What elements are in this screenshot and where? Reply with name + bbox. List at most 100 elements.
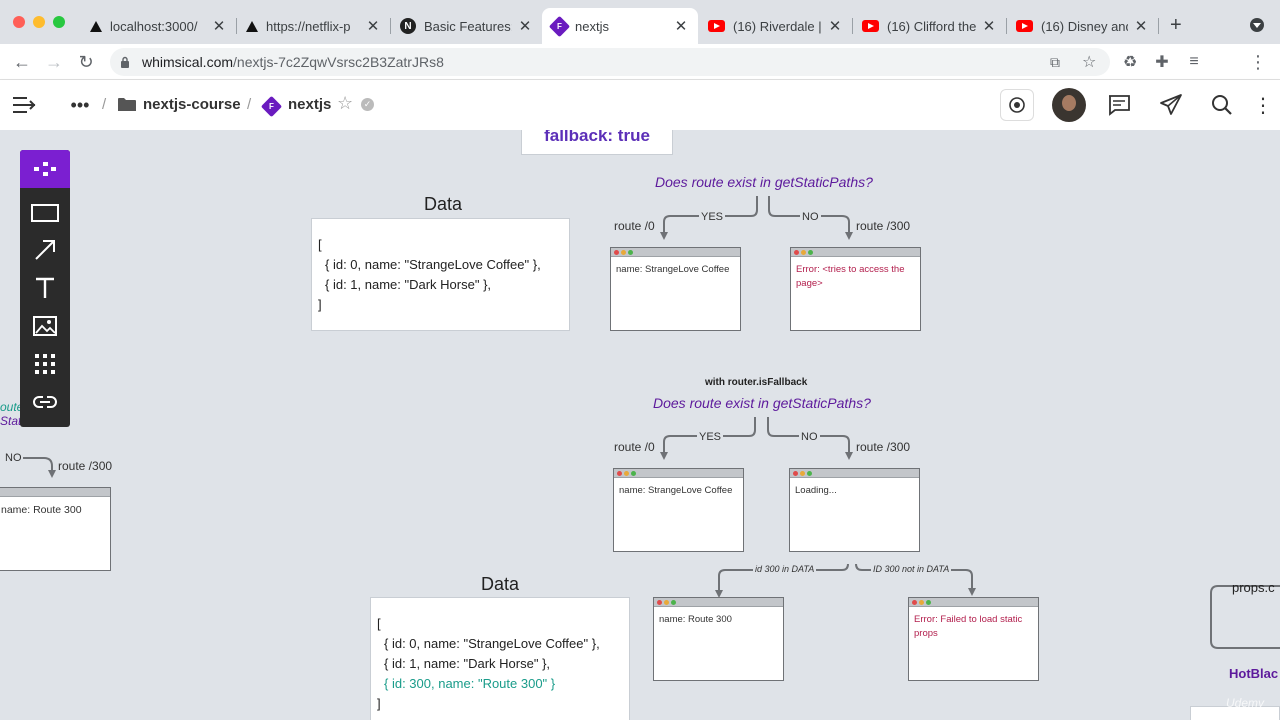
- more-dots-icon[interactable]: •••: [68, 93, 92, 117]
- data-box-top[interactable]: [ { id: 0, name: "StrangeLove Coffee" },…: [311, 218, 570, 331]
- url-host: whimsical.com: [142, 54, 234, 70]
- close-tab-icon[interactable]: ✕: [518, 17, 532, 35]
- arrow-tool-icon[interactable]: [20, 231, 70, 269]
- page-content: name: StrangeLove Coffee: [619, 485, 733, 496]
- route-left-top: route /0: [614, 219, 655, 233]
- close-tab-icon[interactable]: ✕: [366, 17, 380, 35]
- sidebar-toggle-icon[interactable]: [12, 93, 36, 117]
- route-left-partial: route /300: [58, 459, 113, 473]
- close-tab-icon[interactable]: ✕: [828, 17, 842, 35]
- text-tool-icon[interactable]: [20, 269, 70, 307]
- code-line: [: [318, 237, 322, 252]
- code-line: { id: 0, name: "StrangeLove Coffee" },: [325, 257, 541, 272]
- tab-riverdale[interactable]: (16) Riverdale | ✕: [698, 8, 852, 44]
- recycle-extension-icon[interactable]: ♻: [1118, 50, 1142, 74]
- close-window-button[interactable]: [13, 16, 25, 28]
- tab-clifford[interactable]: (16) Clifford the ✕: [852, 8, 1006, 44]
- favorite-star-icon[interactable]: ☆: [337, 93, 353, 114]
- nextjs-icon: N: [400, 18, 416, 34]
- isfallback-caption: with router.isFallback: [705, 377, 808, 388]
- lock-icon: [120, 55, 130, 68]
- page-content: Loading...: [795, 485, 837, 496]
- browser-menu-icon[interactable]: ⋮: [1246, 50, 1270, 74]
- link-tool-icon[interactable]: [20, 383, 70, 421]
- fallback-true-node[interactable]: fallback: true: [521, 130, 673, 155]
- udemy-watermark: Udemy: [1226, 696, 1265, 710]
- browser-toolbar: ← → ↻ whimsical.com/nextjs-7c2ZqwVsrsc2B…: [0, 44, 1280, 116]
- page-content: Error: Failed to load static props: [914, 614, 1023, 639]
- props-partial-label: props.c: [1232, 580, 1275, 595]
- tab-basic-features[interactable]: N Basic Features: ✕: [390, 8, 542, 44]
- youtube-icon: [862, 20, 879, 32]
- page-content: name: Route 300: [659, 614, 732, 625]
- url-path: /nextjs-7c2ZqwVsrsc2B3ZatrJRs8: [233, 54, 444, 70]
- partial-label-line2: Stat: [0, 414, 22, 428]
- user-avatar[interactable]: [1052, 88, 1086, 122]
- code-line: { id: 1, name: "Dark Horse" },: [325, 277, 492, 292]
- share-globe-icon[interactable]: [1000, 89, 1034, 121]
- tab-title: https://netflix-p: [266, 18, 351, 34]
- breadcrumb-separator: /: [247, 96, 252, 113]
- page-content: name: StrangeLove Coffee: [616, 264, 730, 275]
- tab-localhost[interactable]: localhost:3000/ ✕: [80, 8, 236, 44]
- whiteboard-canvas[interactable]: fallback: true Data [ { id: 0, name: "St…: [0, 130, 1280, 720]
- code-line: ]: [377, 696, 381, 711]
- verified-check-icon: ✓: [361, 98, 374, 111]
- fallback-title: fallback: true: [544, 130, 650, 145]
- app-header: ••• / nextjs-course / F nextjs ☆ ✓ ⋮: [0, 80, 1280, 130]
- page-mock-strangelove-middle[interactable]: name: StrangeLove Coffee: [613, 468, 744, 552]
- tab-title: (16) Disney and: [1041, 18, 1128, 34]
- new-tab-plus-icon[interactable]: +: [1170, 14, 1182, 37]
- maximize-window-button[interactable]: [53, 16, 65, 28]
- tab-netflix[interactable]: https://netflix-p ✕: [236, 8, 390, 44]
- vercel-triangle-icon: [246, 20, 258, 32]
- minimize-window-button[interactable]: [33, 16, 45, 28]
- page-mock-loading[interactable]: Loading...: [789, 468, 920, 552]
- forward-arrow-icon[interactable]: →: [42, 50, 66, 74]
- page-mock-route300[interactable]: name: Route 300: [653, 597, 784, 681]
- bookmark-star-icon[interactable]: ☆: [1082, 52, 1096, 72]
- search-icon[interactable]: [1210, 93, 1234, 117]
- route-right-top: route /300: [856, 219, 911, 233]
- no-label-top: NO: [800, 211, 821, 223]
- close-tab-icon[interactable]: ✕: [982, 17, 996, 35]
- folder-icon: [118, 97, 136, 117]
- code-line: { id: 1, name: "Dark Horse" },: [384, 656, 551, 671]
- whimsical-board-icon: F: [260, 95, 283, 118]
- close-tab-icon[interactable]: ✕: [1134, 17, 1148, 35]
- tab-title: localhost:3000/: [110, 18, 198, 34]
- tab-title: (16) Clifford the: [887, 18, 976, 34]
- code-line: [: [377, 616, 381, 631]
- comments-icon[interactable]: [1107, 93, 1131, 117]
- breadcrumb-folder[interactable]: nextjs-course: [143, 96, 241, 113]
- tab-title: Basic Features:: [424, 18, 512, 34]
- more-vertical-icon[interactable]: ⋮: [1251, 93, 1275, 117]
- address-bar[interactable]: whimsical.com/nextjs-7c2ZqwVsrsc2B3ZatrJ…: [110, 48, 1110, 76]
- extensions-puzzle-icon[interactable]: ✚: [1150, 50, 1174, 74]
- rectangle-tool-icon[interactable]: [20, 194, 70, 232]
- tab-nextjs-active[interactable]: F nextjs ✕: [542, 8, 698, 44]
- back-arrow-icon[interactable]: ←: [10, 50, 34, 74]
- tab-disney[interactable]: (16) Disney and ✕: [1006, 8, 1158, 44]
- tool-palette: [20, 150, 70, 427]
- yes-label-middle: YES: [697, 431, 724, 443]
- open-in-new-icon[interactable]: ⧉: [1050, 54, 1060, 71]
- page-mock-strangelove-top[interactable]: name: StrangeLove Coffee: [610, 247, 741, 331]
- tab-search-icon[interactable]: [1250, 18, 1264, 32]
- route-right-middle: route /300: [856, 440, 911, 454]
- close-tab-icon[interactable]: ✕: [212, 17, 226, 35]
- page-mock-error-top[interactable]: Error: <tries to access the page>: [790, 247, 921, 331]
- flowchart-tool-icon[interactable]: [20, 150, 70, 188]
- branch-label-not-in-data: ID 300 not in DATA: [871, 564, 952, 574]
- reading-list-icon[interactable]: ≡: [1182, 50, 1206, 74]
- page-mock-route300-left[interactable]: name: Route 300: [0, 487, 111, 571]
- data-heading-bottom: Data: [481, 574, 520, 594]
- reload-icon[interactable]: ↻: [74, 50, 98, 74]
- close-tab-icon[interactable]: ✕: [674, 17, 688, 35]
- send-plane-icon[interactable]: [1159, 93, 1183, 117]
- page-mock-failed-props[interactable]: Error: Failed to load static props: [908, 597, 1039, 681]
- image-tool-icon[interactable]: [20, 307, 70, 345]
- breadcrumb-board[interactable]: nextjs: [288, 96, 331, 113]
- grid-apps-tool-icon[interactable]: [20, 345, 70, 383]
- data-box-bottom[interactable]: [ { id: 0, name: "StrangeLove Coffee" },…: [370, 597, 630, 720]
